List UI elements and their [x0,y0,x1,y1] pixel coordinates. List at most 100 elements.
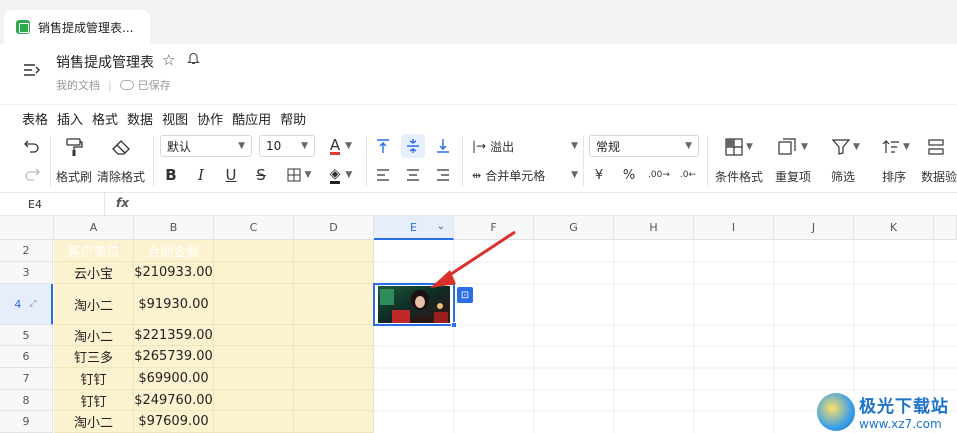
menu-apps[interactable]: 酷应用 [232,109,271,128]
cell-reference[interactable]: E4 [28,198,42,211]
increase-decimal-icon[interactable]: .00→ [648,165,670,185]
cell-d9[interactable] [294,411,374,433]
font-size-select[interactable]: 10 ▼ [259,135,315,157]
text-color-button[interactable]: A ▼ [323,135,359,157]
percent-icon[interactable]: % [620,165,638,185]
row-header-6[interactable]: 6 [0,346,53,368]
cell-d6[interactable] [294,346,374,368]
cell-c8[interactable] [214,390,294,411]
sort-icon[interactable]: ▼ [878,135,914,159]
row-header-9[interactable]: 9 [0,411,53,433]
row-header-3[interactable]: 3 [0,262,53,284]
border-button[interactable]: ▼ [282,165,316,185]
cell-b7[interactable]: $69900.00 [134,368,214,390]
cell-b5[interactable]: $221359.00 [134,325,214,346]
cell-b3[interactable]: $210933.00 [134,262,214,284]
eraser-icon[interactable] [109,136,135,158]
cell-a3[interactable]: 云小宝 [54,262,134,284]
column-header-d[interactable]: D [294,216,374,240]
underline-icon[interactable]: U [222,165,240,185]
cell-d2[interactable] [294,240,374,262]
column-header-k[interactable]: K [854,216,934,240]
fill-handle[interactable] [451,322,457,328]
menu-format[interactable]: 格式 [92,109,118,128]
row-header-4[interactable]: 4 ⤢ [0,284,53,325]
cell-d3[interactable] [294,262,374,284]
cell-a9[interactable]: 淘小二 [54,411,134,433]
bell-icon[interactable] [187,51,200,69]
clear-format-label[interactable]: 清除格式 [97,168,145,185]
cell-a8[interactable]: 钉钉 [54,390,134,411]
cell-a6[interactable]: 钉三多 [54,346,134,368]
column-header-a[interactable]: A [54,216,134,240]
bold-icon[interactable]: B [162,165,180,185]
sort-label[interactable]: 排序 [882,168,906,185]
cell-d7[interactable] [294,368,374,390]
fill-color-button[interactable]: ◈ ▼ [322,165,360,185]
merge-cells-button[interactable]: ⇹ 合并单元格 ▼ [472,164,578,186]
cell-c5[interactable] [214,325,294,346]
undo-icon[interactable] [22,136,42,156]
menu-view[interactable]: 视图 [162,109,188,128]
cell-a7[interactable]: 钉钉 [54,368,134,390]
column-header-j[interactable]: J [774,216,854,240]
row-header-5[interactable]: 5 [0,325,53,346]
align-bottom-icon[interactable] [433,135,453,157]
select-all-corner[interactable] [0,216,54,240]
text-overflow-select[interactable]: |→ 溢出 ▼ [472,135,578,157]
menu-help[interactable]: 帮助 [280,109,306,128]
document-tab[interactable]: 销售提成管理表... [4,10,150,44]
strikethrough-icon[interactable]: S [252,165,270,185]
format-painter-icon[interactable] [62,136,86,158]
filter-icon[interactable]: ▼ [828,135,864,159]
conditional-format-icon[interactable]: ▼ [720,135,758,159]
menu-table[interactable]: 表格 [22,109,48,128]
cell-d8[interactable] [294,390,374,411]
doc-location[interactable]: 我的文档 [56,77,100,93]
currency-icon[interactable]: ¥ [590,165,608,185]
redo-icon[interactable] [22,164,42,184]
data-validation-icon[interactable] [928,135,957,159]
align-center-icon[interactable] [403,165,423,185]
format-painter-label[interactable]: 格式刷 [56,168,92,185]
column-header-b[interactable]: B [134,216,214,240]
row-header-2[interactable]: 2 [0,240,53,262]
function-icon[interactable]: fx [116,196,129,210]
row-resize-icon[interactable]: ⤢ [29,299,36,309]
cell-a4[interactable]: 淘小二 [54,284,134,325]
cell-c6[interactable] [214,346,294,368]
cell-b6[interactable]: $265739.00 [134,346,214,368]
column-header-g[interactable]: G [534,216,614,240]
font-name-select[interactable]: 默认 ▼ [160,135,252,157]
cell-b4[interactable]: $91930.00 [134,284,214,325]
column-header-c[interactable]: C [214,216,294,240]
cell-a2[interactable]: 客户单位 [54,240,134,262]
conditional-format-label[interactable]: 条件格式 [715,168,763,185]
cell-c2[interactable] [214,240,294,262]
star-icon[interactable]: ☆ [162,51,175,69]
data-validation-label[interactable]: 数据验 [921,168,957,185]
cell-c7[interactable] [214,368,294,390]
cell-c4[interactable] [214,284,294,325]
menu-insert[interactable]: 插入 [57,109,83,128]
cell-b2[interactable]: 合同金额 [134,240,214,262]
cell-b9[interactable]: $97609.00 [134,411,214,433]
align-middle-icon[interactable] [401,134,425,158]
cell-b8[interactable]: $249760.00 [134,390,214,411]
column-header-i[interactable]: I [694,216,774,240]
align-top-icon[interactable] [373,135,393,157]
align-left-icon[interactable] [373,165,393,185]
italic-icon[interactable]: I [192,165,210,185]
duplicate-icon[interactable]: ▼ [774,135,812,159]
menu-data[interactable]: 数据 [127,109,153,128]
cell-c9[interactable] [214,411,294,433]
cell-d4[interactable] [294,284,374,325]
decrease-decimal-icon[interactable]: .0← [677,165,699,185]
number-format-select[interactable]: 常规 ▼ [589,135,699,157]
cell-c3[interactable] [214,262,294,284]
cell-a5[interactable]: 淘小二 [54,325,134,346]
cell-d5[interactable] [294,325,374,346]
duplicate-label[interactable]: 重复项 [775,168,811,185]
menu-collaborate[interactable]: 协作 [197,109,223,128]
menu-toggle-icon[interactable] [22,62,44,80]
